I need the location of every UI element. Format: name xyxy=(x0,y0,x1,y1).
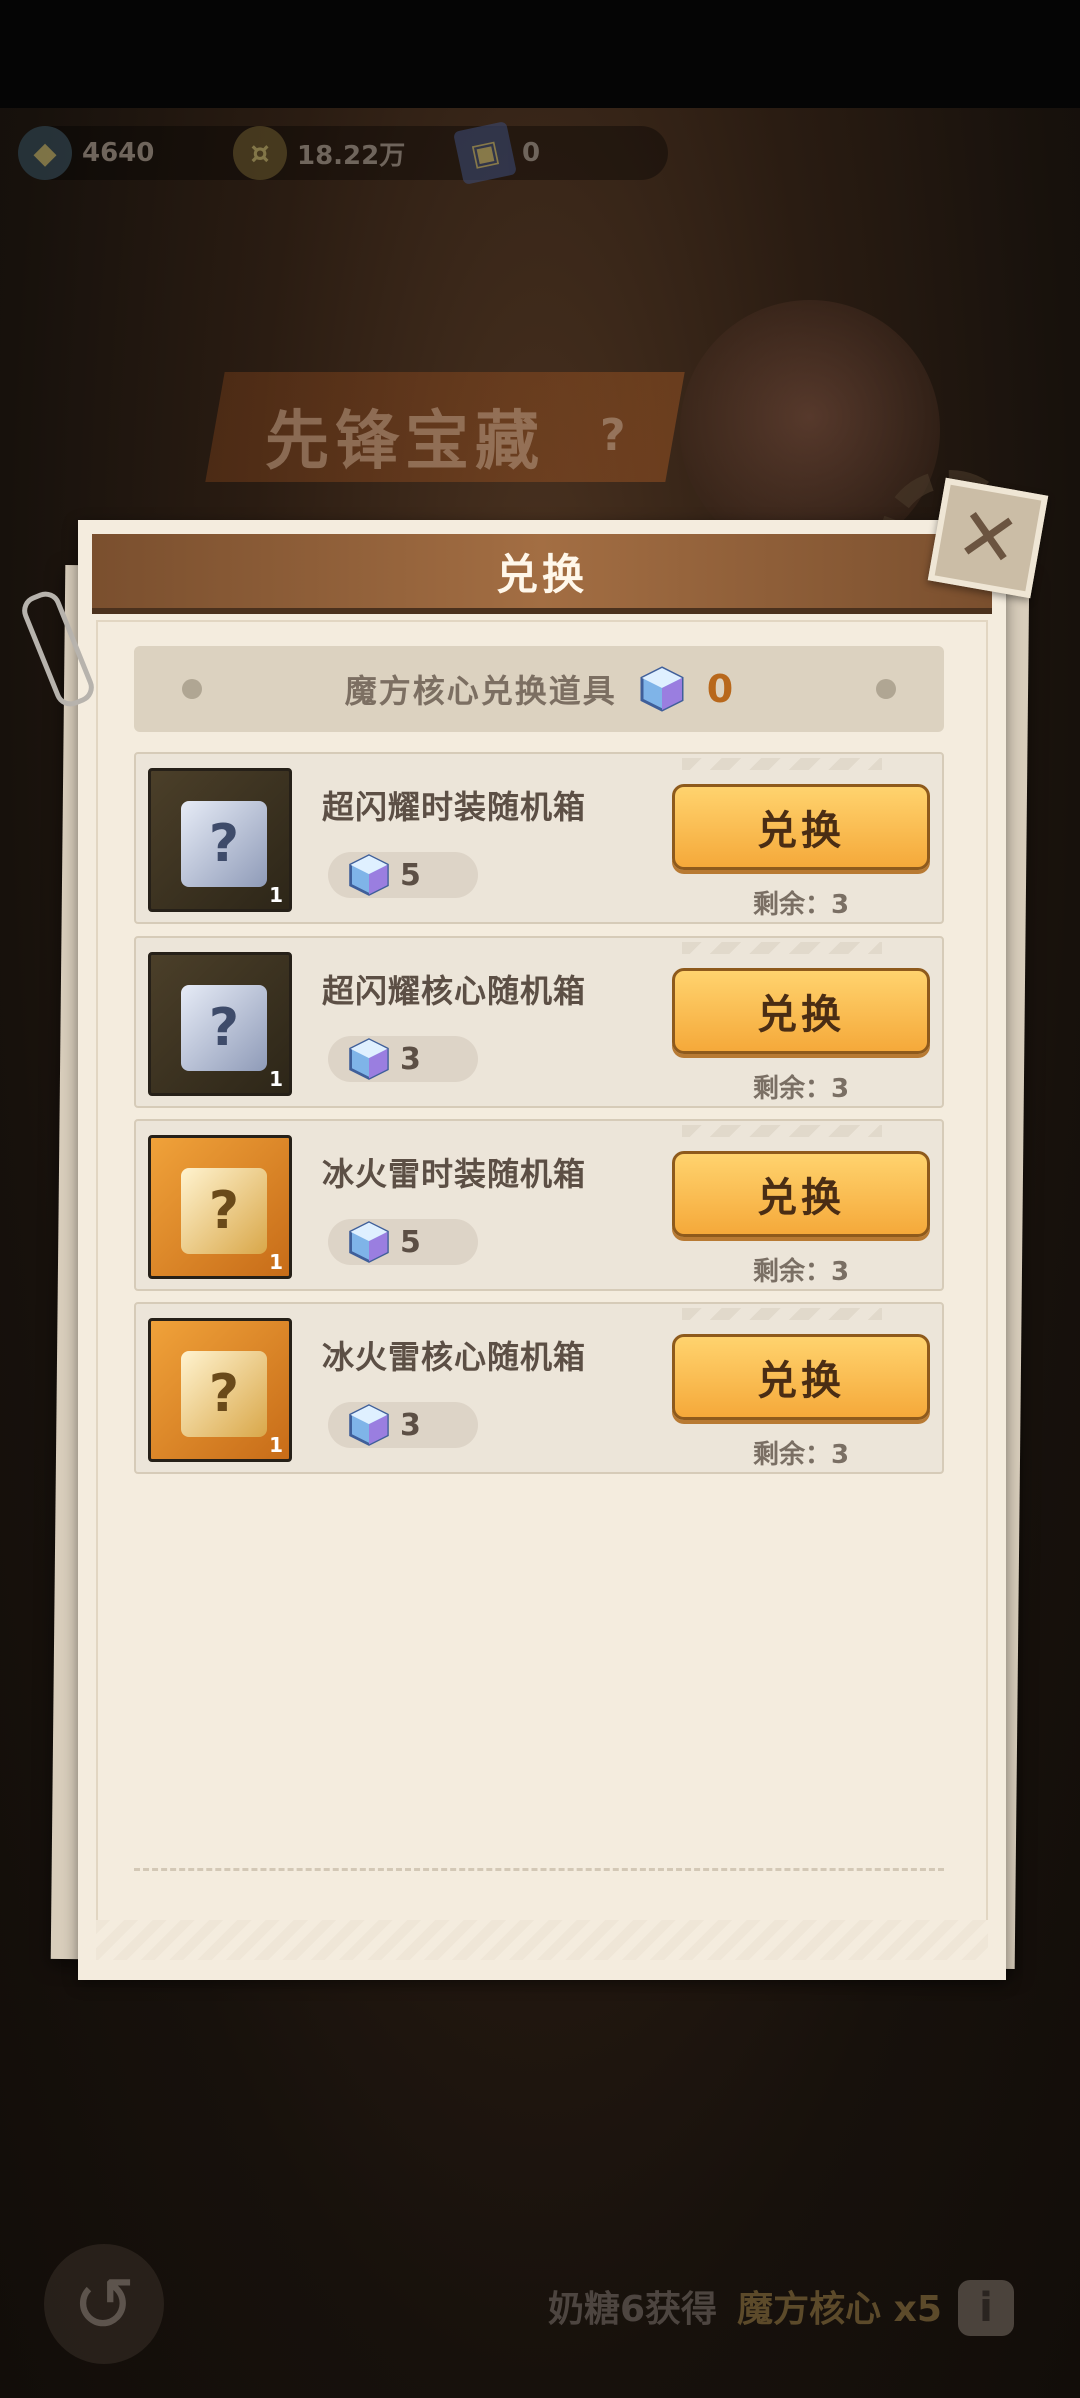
rivet-icon xyxy=(182,679,202,699)
card-count: 0 xyxy=(522,138,541,168)
gold-count: 18.22万 xyxy=(297,140,406,171)
close-icon: ✕ xyxy=(949,490,1026,586)
mystery-box-icon: ? xyxy=(181,1168,267,1254)
divider xyxy=(134,1868,944,1871)
hint-item: 魔方核心 x5 xyxy=(737,2289,942,2330)
item-quantity: 1 xyxy=(269,883,283,907)
item-icon[interactable]: ? 1 xyxy=(148,1318,292,1462)
exchange-row: ? 1 冰火雷核心随机箱 3 兑换 剩余：3 xyxy=(134,1302,944,1474)
gold-coin-icon: ¤ xyxy=(233,126,287,180)
gem-icon: ◆ xyxy=(18,126,72,180)
exchange-button[interactable]: 兑换 xyxy=(672,1151,930,1237)
back-button[interactable]: ↺ xyxy=(44,2244,164,2364)
exchange-subheader: 魔方核心兑换道具 0 xyxy=(134,646,944,732)
item-icon[interactable]: ? 1 xyxy=(148,768,292,912)
mystery-box-icon: ? xyxy=(181,801,267,887)
exchange-row: ? 1 冰火雷时装随机箱 5 兑换 剩余：3 xyxy=(134,1119,944,1291)
currency-card[interactable]: ▣ 0 xyxy=(452,120,541,186)
hint-prefix: 奶糖6获得 xyxy=(548,2289,718,2330)
remaining-count: 剩余：3 xyxy=(752,1257,850,1287)
cost-pill: 5 xyxy=(328,1219,478,1265)
remaining-count: 剩余：3 xyxy=(752,1074,850,1104)
row-stripe xyxy=(682,758,882,770)
magic-cube-icon xyxy=(640,666,684,712)
cost-pill: 3 xyxy=(328,1036,478,1082)
remaining-count: 剩余：3 xyxy=(752,1440,850,1470)
exchange-row: ? 1 超闪耀核心随机箱 3 兑换 剩余：3 xyxy=(134,936,944,1108)
help-icon[interactable]: ? xyxy=(600,410,626,461)
banner-title: 先锋宝藏 xyxy=(265,405,545,479)
item-icon[interactable]: ? 1 xyxy=(148,952,292,1096)
status-bar xyxy=(0,0,1080,108)
close-button[interactable]: ✕ xyxy=(927,477,1049,599)
row-stripe xyxy=(682,1125,882,1137)
exchange-button[interactable]: 兑换 xyxy=(672,1334,930,1420)
cost-value: 5 xyxy=(400,857,421,893)
magic-cube-icon xyxy=(349,1404,389,1446)
exchange-row: ? 1 超闪耀时装随机箱 5 兑换 剩余：3 xyxy=(134,752,944,924)
subheader-label: 魔方核心兑换道具 xyxy=(344,672,617,710)
card-icon: ▣ xyxy=(452,120,518,186)
item-quantity: 1 xyxy=(269,1433,283,1457)
back-arrow-icon: ↺ xyxy=(72,2259,136,2349)
bottom-hint: 奶糖6获得 魔方核心 x5 xyxy=(548,2280,942,2332)
cost-pill: 5 xyxy=(328,852,478,898)
currency-gold[interactable]: ¤ 18.22万 xyxy=(233,126,405,180)
currency-bar: ◆ 4640 ¤ 18.22万 ▣ 0 xyxy=(18,120,668,186)
item-quantity: 1 xyxy=(269,1067,283,1091)
cost-pill: 3 xyxy=(328,1402,478,1448)
item-name: 超闪耀时装随机箱 xyxy=(322,788,587,826)
currency-gems[interactable]: ◆ 4640 xyxy=(18,126,154,180)
rivet-icon xyxy=(876,679,896,699)
cost-value: 3 xyxy=(400,1407,421,1443)
dialog-footer-hatch xyxy=(96,1920,988,1960)
row-stripe xyxy=(682,942,882,954)
owned-cube-count: 0 xyxy=(706,667,734,711)
dialog-title: 兑换 xyxy=(495,549,588,599)
item-name: 超闪耀核心随机箱 xyxy=(322,972,587,1010)
row-stripe xyxy=(682,1308,882,1320)
dialog-header: 兑换 xyxy=(92,534,992,614)
magic-cube-icon xyxy=(349,1038,389,1080)
mystery-box-icon: ? xyxy=(181,1351,267,1437)
remaining-count: 剩余：3 xyxy=(752,890,850,920)
item-name: 冰火雷时装随机箱 xyxy=(322,1155,587,1193)
magic-cube-icon xyxy=(349,1221,389,1263)
gem-count: 4640 xyxy=(82,138,155,168)
info-icon[interactable]: i xyxy=(958,2280,1014,2336)
item-name: 冰火雷核心随机箱 xyxy=(322,1338,587,1376)
cost-value: 3 xyxy=(400,1041,421,1077)
mystery-box-icon: ? xyxy=(181,985,267,1071)
cost-value: 5 xyxy=(400,1224,421,1260)
item-quantity: 1 xyxy=(269,1250,283,1274)
exchange-button[interactable]: 兑换 xyxy=(672,968,930,1054)
exchange-button[interactable]: 兑换 xyxy=(672,784,930,870)
item-icon[interactable]: ? 1 xyxy=(148,1135,292,1279)
magic-cube-icon xyxy=(349,854,389,896)
